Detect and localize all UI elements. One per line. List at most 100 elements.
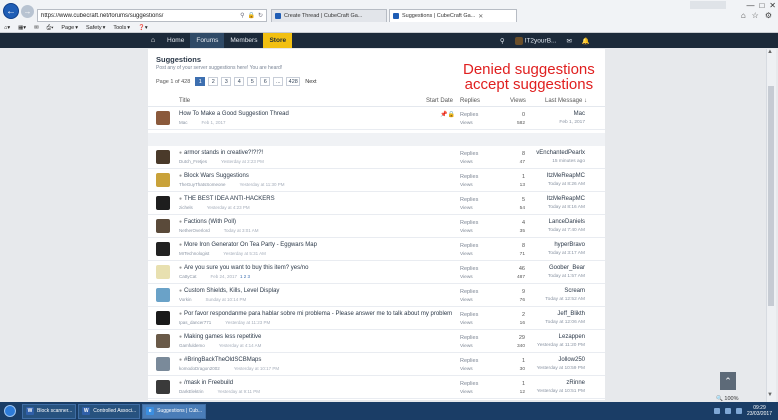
start-button[interactable] [0, 402, 20, 420]
avatar[interactable] [156, 311, 170, 325]
home-icon[interactable]: ⌂ [741, 11, 746, 20]
last-poster[interactable]: vEnchantedPearlx [536, 150, 585, 156]
last-poster[interactable]: zRinne [566, 380, 585, 386]
volume-icon[interactable] [724, 408, 731, 414]
thread-author[interactable]: Mac [179, 120, 188, 125]
print-icon[interactable]: ⎙▾ [47, 25, 54, 32]
last-post-date[interactable]: Today at 8:26 AM [548, 182, 585, 187]
page-link[interactable]: 6 [260, 77, 271, 86]
home-cmd-icon[interactable]: ⌂▾ [4, 25, 10, 31]
page-menu[interactable]: Page ▾ [61, 25, 78, 31]
scroll-down-arrow-icon[interactable]: ▼ [767, 392, 773, 398]
conversations-icon[interactable]: ✉ [566, 37, 571, 45]
last-poster[interactable]: Jollow250 [558, 357, 585, 363]
thread-title[interactable]: ● More Iron Generator On Tea Party - Eggw… [179, 242, 317, 248]
nav-members[interactable]: Members [224, 33, 263, 48]
taskbar-item-word-1[interactable]: W Block scanner... [22, 403, 77, 419]
refresh-icon[interactable]: ↻ [258, 12, 263, 19]
tools-menu[interactable]: Tools ▾ [113, 25, 130, 31]
avatar[interactable] [156, 380, 170, 394]
forward-button[interactable]: → [21, 5, 34, 18]
last-post-date[interactable]: Today at 12:52 AM [545, 297, 585, 302]
last-post-date[interactable]: Yesterday at 10:51 PM [537, 389, 585, 394]
settings-gear-icon[interactable]: ⚙ [765, 11, 772, 20]
scroll-to-top-button[interactable]: ⌃ [720, 372, 736, 390]
thread-author[interactable]: MrTechnologist [179, 251, 209, 256]
nav-forums[interactable]: Forums [190, 33, 225, 48]
favorites-star-icon[interactable]: ☆ [752, 11, 759, 20]
taskbar-item-word-2[interactable]: W Controlled Associ... [78, 403, 141, 419]
avatar[interactable] [156, 111, 170, 125]
page-link-last[interactable]: 428 [286, 77, 301, 86]
tab-suggestions[interactable]: Suggestions | CubeCraft Ga... ✕ [389, 9, 517, 22]
thread-title[interactable]: ● #BringBackTheOldSCBMaps [179, 357, 261, 363]
flag-icon[interactable] [735, 408, 742, 414]
thread-author[interactable]: CattyCat [179, 274, 197, 279]
avatar[interactable] [156, 242, 170, 256]
col-replies[interactable]: Replies [460, 98, 480, 104]
minimize-button[interactable]: — [746, 1, 754, 10]
thread-author[interactable]: DarkElektrin [179, 389, 204, 394]
col-last-message[interactable]: Last Message ↓ [545, 98, 587, 104]
thread-author[interactable]: Vorkin [179, 297, 192, 302]
thread-author[interactable]: zichels [179, 205, 193, 210]
last-poster[interactable]: Scream [564, 288, 585, 294]
search-icon[interactable]: ⚲ [240, 12, 244, 19]
thread-title[interactable]: ● Factions (With Poll) [179, 219, 236, 225]
last-post-date[interactable]: Yesterday at 11:20 PM [537, 343, 585, 348]
table-row[interactable]: ● THE BEST IDEA ANTI-HACKERS zichels Yester… [148, 192, 605, 215]
page-ellipsis[interactable]: ... [273, 77, 284, 86]
last-poster[interactable]: hyperBravo [554, 242, 585, 248]
taskbar-item-ie[interactable]: e Suggestions | Cub... [142, 403, 207, 419]
address-bar[interactable]: https://www.cubecraft.net/forums/suggest… [37, 9, 267, 22]
sticky-thread[interactable]: How To Make a Good Suggestion Thread Mac… [148, 107, 605, 130]
lock-icon[interactable]: 🔒 [247, 12, 254, 19]
scroll-up-arrow-icon[interactable]: ▲ [767, 49, 773, 55]
thread-title[interactable]: How To Make a Good Suggestion Thread [179, 111, 289, 117]
thread-title[interactable]: ● Are you sure you want to buy this item?… [179, 265, 308, 271]
table-row[interactable]: ● #BringBackTheOldSCBMaps komodoDragon2002… [148, 353, 605, 376]
thread-author[interactable]: TheGuyThatsSomeone [179, 182, 226, 187]
maximize-button[interactable]: □ [759, 1, 764, 10]
avatar[interactable] [156, 219, 170, 233]
avatar[interactable] [156, 357, 170, 371]
last-poster[interactable]: Mac [574, 111, 585, 117]
table-row[interactable]: ● Block Wars Suggestions TheGuyThatsSomeon… [148, 169, 605, 192]
thread-title[interactable]: ●/mask in Freebuild [179, 380, 233, 386]
thread-author[interactable]: Ipas_dancer771 [179, 320, 211, 325]
page-link[interactable]: 2 [208, 77, 219, 86]
table-row[interactable]: ● Are you sure you want to buy this item?… [148, 261, 605, 284]
thread-author[interactable]: komodoDragon2002 [179, 366, 220, 371]
last-post-date[interactable]: Today at 3:17 AM [548, 251, 585, 256]
scrollbar-thumb[interactable] [768, 86, 774, 306]
last-post-date[interactable]: 15 minutes ago [552, 159, 585, 164]
last-poster[interactable]: ItzMeReapMC [547, 196, 585, 202]
table-row[interactable]: ● More Iron Generator On Tea Party - Eggw… [148, 238, 605, 261]
nav-home[interactable]: Home [161, 33, 190, 48]
page-link[interactable]: 5 [247, 77, 258, 86]
safety-menu[interactable]: Safety ▾ [86, 25, 105, 31]
last-post-date[interactable]: Yesterday at 10:59 PM [537, 366, 585, 371]
page-link[interactable]: 1 [195, 77, 206, 86]
thread-title[interactable]: ● Making games less repetitive [179, 334, 261, 340]
feeds-icon[interactable]: ▦▾ [18, 25, 26, 31]
table-row[interactable]: ● armor stands in creative?!?!?! Dutch_Fre… [148, 146, 605, 169]
thread-author[interactable]: Gamfuldemo [179, 343, 205, 348]
last-post-date[interactable]: Feb 1, 2017 [559, 120, 585, 125]
last-post-date[interactable]: Today at 1:57 AM [548, 274, 585, 279]
site-search-icon[interactable]: ⚲ [500, 37, 505, 45]
last-post-date[interactable]: Today at 7:40 AM [548, 228, 585, 233]
mail-icon[interactable]: ✉ [34, 25, 39, 31]
next-page-link[interactable]: Next [305, 79, 316, 85]
address-url[interactable]: https://www.cubecraft.net/forums/suggest… [41, 13, 237, 19]
alerts-bell-icon[interactable]: 🔔 [582, 37, 590, 45]
thread-title[interactable]: ● THE BEST IDEA ANTI-HACKERS [179, 196, 275, 202]
thread-author[interactable]: Dutch_Fretjes [179, 159, 207, 164]
last-poster[interactable]: Goober_Bear [549, 265, 585, 271]
thread-title[interactable]: ● armor stands in creative?!?!?! [179, 150, 263, 156]
page-link[interactable]: 3 [221, 77, 232, 86]
col-start-date[interactable]: Start Date [426, 98, 453, 104]
nav-store[interactable]: Store [263, 33, 293, 48]
thread-page-links[interactable]: 1 2 3 [240, 274, 250, 279]
table-row[interactable]: ● Custom Shields, Kills, Level Display Vor… [148, 284, 605, 307]
